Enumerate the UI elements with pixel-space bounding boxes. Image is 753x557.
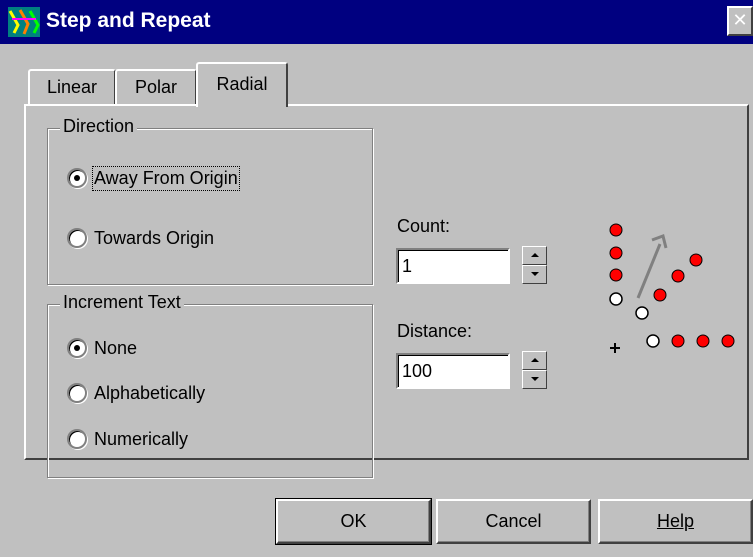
- radio-away-from-origin[interactable]: Away From Origin: [67, 165, 240, 191]
- window-title: Step and Repeat: [46, 9, 211, 32]
- step-and-repeat-dialog: Step and Repeat ✕ Linear Polar Radial Di…: [0, 0, 753, 557]
- radio-towards-origin[interactable]: Towards Origin: [67, 225, 214, 251]
- help-button-label: Help: [656, 511, 695, 531]
- radio-button-checked[interactable]: [67, 168, 87, 188]
- radio-numerically-label: Numerically: [94, 428, 189, 449]
- up-arrow-icon: [531, 253, 539, 257]
- distance-spin-down-button[interactable]: [522, 370, 547, 389]
- ok-button[interactable]: OK: [275, 498, 432, 545]
- increment-text-group: Increment Text None Alphabetically Numer…: [47, 292, 373, 478]
- tab-radial-label: Radial: [216, 74, 268, 94]
- distance-input[interactable]: 100: [396, 353, 510, 389]
- distance-spin-up-button[interactable]: [522, 351, 547, 370]
- step-repeat-app-icon: [8, 7, 40, 37]
- cancel-button[interactable]: Cancel: [436, 499, 591, 544]
- radio-alphabetically[interactable]: Alphabetically: [67, 380, 205, 406]
- radio-away-from-origin-label: Away From Origin: [92, 165, 240, 191]
- distance-label: Distance:: [397, 321, 473, 341]
- count-input[interactable]: 1: [396, 248, 510, 284]
- radio-button[interactable]: [67, 429, 87, 449]
- down-arrow-icon: [531, 377, 539, 381]
- increment-text-group-label: Increment Text: [60, 292, 184, 313]
- title-bar[interactable]: Step and Repeat ✕: [0, 0, 753, 44]
- radio-towards-origin-label: Towards Origin: [94, 227, 215, 248]
- down-arrow-icon: [531, 272, 539, 276]
- direction-group-label: Direction: [60, 116, 138, 137]
- tab-radial[interactable]: Radial: [196, 62, 288, 107]
- radio-none[interactable]: None: [67, 335, 137, 361]
- tab-linear[interactable]: Linear: [28, 69, 116, 105]
- count-spinner[interactable]: [522, 246, 547, 284]
- radio-none-label: None: [94, 337, 138, 358]
- radio-button[interactable]: [67, 383, 87, 403]
- close-button[interactable]: ✕: [727, 6, 753, 36]
- radio-alphabetically-label: Alphabetically: [94, 382, 206, 403]
- tab-polar[interactable]: Polar: [115, 69, 197, 105]
- tab-polar-label: Polar: [134, 77, 178, 97]
- close-icon: ✕: [732, 10, 748, 30]
- direction-group: Direction Away From Origin Towards Origi…: [47, 116, 373, 285]
- up-arrow-icon: [531, 358, 539, 362]
- count-spin-down-button[interactable]: [522, 265, 547, 284]
- count-spin-up-button[interactable]: [522, 246, 547, 265]
- radial-step-illustration: [609, 223, 735, 353]
- radio-numerically[interactable]: Numerically: [67, 426, 188, 452]
- radio-button-checked[interactable]: [67, 338, 87, 358]
- radio-button[interactable]: [67, 228, 87, 248]
- distance-spinner[interactable]: [522, 351, 547, 389]
- count-label: Count:: [397, 216, 451, 236]
- help-button[interactable]: Help: [598, 499, 753, 544]
- tab-linear-label: Linear: [46, 77, 98, 97]
